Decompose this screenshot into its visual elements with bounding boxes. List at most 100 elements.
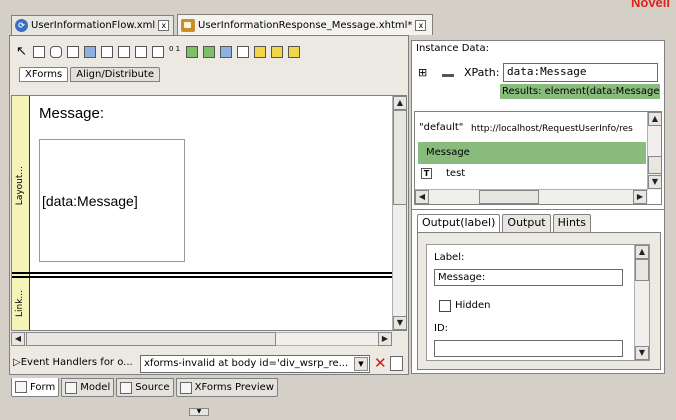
band-separator: [12, 272, 392, 274]
scroll-down-button[interactable]: ▼: [635, 346, 649, 360]
repeat-control-icon[interactable]: [271, 46, 283, 58]
text-node-icon: T: [421, 168, 432, 179]
canvas-vertical-scrollbar[interactable]: ▲ ▼: [392, 96, 406, 330]
close-icon[interactable]: x: [158, 20, 170, 31]
scroll-up-button[interactable]: ▲: [635, 245, 649, 259]
scroll-right-button[interactable]: ▶: [633, 190, 647, 204]
event-handler-select[interactable]: xforms-invalid at body id='div_wsrp_re..…: [140, 355, 370, 373]
tab-userinformationresponse[interactable]: UserInformationResponse_Message.xhtml* x: [177, 14, 433, 35]
expand-all-icon[interactable]: ⊞: [418, 66, 427, 79]
message-output-binding: [data:Message]: [42, 192, 138, 209]
select1-control-icon[interactable]: 0 1: [169, 46, 181, 58]
tree-item-message[interactable]: Message: [418, 142, 646, 164]
scroll-left-button[interactable]: ◀: [11, 332, 25, 346]
id-input[interactable]: [434, 340, 623, 357]
tab-hints[interactable]: Hints: [552, 214, 591, 232]
pointer-icon[interactable]: ↖: [16, 45, 28, 58]
xpath-label: XPath:: [464, 66, 500, 79]
layout-band[interactable]: Layout...: [12, 96, 30, 276]
band-separator: [12, 276, 392, 278]
textarea-control-icon[interactable]: [67, 46, 79, 58]
xpath-results: Results: element(data:Message): [500, 84, 660, 99]
scroll-thumb[interactable]: [635, 259, 649, 281]
scroll-down-button[interactable]: ▼: [393, 316, 406, 330]
case-control-icon[interactable]: [288, 46, 300, 58]
tab-xforms[interactable]: XForms: [19, 67, 69, 82]
hidden-checkbox[interactable]: [439, 300, 451, 312]
switch-control-icon[interactable]: [254, 46, 266, 58]
message-label[interactable]: Message:: [39, 105, 104, 122]
secret-control-icon[interactable]: [50, 46, 62, 58]
scroll-left-button[interactable]: ◀: [415, 190, 429, 204]
source-icon: [120, 381, 133, 394]
tree-item-default-value: http://localhost/RequestUserInfo/res: [471, 124, 633, 134]
canvas-horizontal-scrollbar[interactable]: ◀ ▶: [11, 332, 392, 346]
checkbox-control-icon[interactable]: [203, 46, 215, 58]
chevron-down-icon[interactable]: ▼: [354, 357, 368, 371]
tab-userinformationflow[interactable]: ⟳ UserInformationFlow.xml x: [11, 15, 174, 35]
scroll-thumb[interactable]: [26, 332, 276, 346]
palette-tabs: XForms Align/Distribute: [19, 67, 160, 82]
brand-logo: Novell: [630, 0, 670, 10]
panel-toggle-handle[interactable]: ▼: [189, 408, 209, 416]
scroll-thumb[interactable]: [648, 156, 661, 174]
input-control-icon[interactable]: [33, 46, 45, 58]
design-canvas[interactable]: Layout... Link... Message: [data:Message…: [11, 95, 407, 331]
tab-label: UserInformationResponse_Message.xhtml*: [198, 19, 413, 31]
xforms-palette: ↖ 0 1: [16, 45, 300, 58]
delete-icon[interactable]: ✕: [374, 354, 387, 372]
upload-control-icon[interactable]: [101, 46, 113, 58]
tab-xforms-preview[interactable]: XForms Preview: [175, 378, 278, 397]
group-control-icon[interactable]: [237, 46, 249, 58]
scroll-up-button[interactable]: ▲: [393, 96, 406, 110]
tab-source[interactable]: Source: [116, 378, 174, 397]
layout-band-label: Layout...: [15, 166, 25, 206]
hidden-label: Hidden: [455, 300, 491, 311]
tree-horizontal-scrollbar[interactable]: ◀ ▶: [415, 189, 648, 204]
tab-align-distribute[interactable]: Align/Distribute: [70, 67, 160, 82]
tab-model[interactable]: Model: [61, 378, 115, 397]
submit-control-icon[interactable]: [152, 46, 164, 58]
model-tree-icon: [65, 381, 78, 394]
properties-scrollbar[interactable]: ▲ ▼: [634, 245, 649, 360]
scroll-up-button[interactable]: ▲: [648, 112, 661, 126]
event-handlers-label[interactable]: ▷Event Handlers for o...: [13, 357, 133, 368]
label-title: Label:: [434, 252, 465, 263]
panel-divider: [412, 209, 664, 211]
output-control-icon[interactable]: [84, 46, 96, 58]
links-band[interactable]: Link...: [12, 278, 30, 330]
properties-form: Label: Message: Hidden ID: ▲ ▼: [426, 244, 650, 361]
properties-tabs: Output(label) Output Hints: [417, 214, 591, 232]
form-icon: [15, 381, 27, 393]
xpath-input[interactable]: data:Message: [503, 63, 658, 82]
instance-data-panel: Instance Data: ⊞ XPath: data:Message Res…: [411, 40, 665, 374]
image-control-icon[interactable]: [220, 46, 232, 58]
label-input[interactable]: Message:: [434, 269, 623, 286]
bottom-tab-bar: Form Model Source XForms Preview: [11, 378, 278, 397]
select-control-icon[interactable]: [186, 46, 198, 58]
trigger-control-icon[interactable]: [135, 46, 147, 58]
tab-output[interactable]: Output: [502, 214, 551, 232]
id-title: ID:: [434, 323, 449, 334]
tab-output-label[interactable]: Output(label): [417, 214, 501, 232]
xhtml-file-icon: [181, 18, 195, 32]
scroll-right-button[interactable]: ▶: [378, 332, 392, 346]
scroll-thumb[interactable]: [393, 110, 406, 205]
tab-label: UserInformationFlow.xml: [31, 20, 156, 31]
instance-tree[interactable]: "default" http://localhost/RequestUserIn…: [414, 111, 662, 205]
links-band-label: Link...: [15, 290, 25, 318]
new-handler-icon[interactable]: [390, 356, 403, 371]
message-output-box[interactable]: [data:Message]: [39, 139, 185, 262]
tree-vertical-scrollbar[interactable]: ▲ ▼: [647, 112, 661, 190]
instance-data-title: Instance Data:: [416, 43, 489, 54]
scroll-thumb[interactable]: [479, 190, 539, 204]
xml-flow-icon: ⟳: [15, 19, 28, 32]
preview-icon: [179, 381, 192, 394]
tab-form[interactable]: Form: [11, 378, 60, 397]
range-control-icon[interactable]: [118, 46, 130, 58]
scroll-down-button[interactable]: ▼: [648, 175, 661, 189]
tree-item-test[interactable]: test: [446, 168, 465, 179]
find-node-icon[interactable]: [442, 65, 454, 77]
close-icon[interactable]: x: [415, 19, 427, 31]
tree-item-default[interactable]: "default": [419, 122, 463, 133]
